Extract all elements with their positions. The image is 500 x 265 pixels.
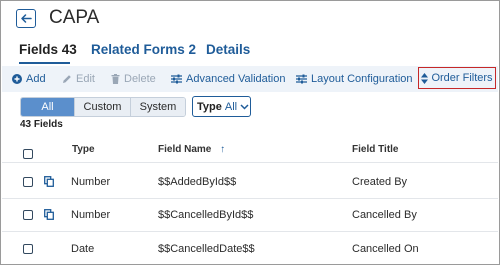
type-dropdown[interactable]: Type All	[192, 96, 251, 117]
copy-icon[interactable]	[44, 176, 54, 187]
tab-fields-count: 43	[61, 42, 77, 57]
row-field-title: Cancelled On	[352, 243, 419, 255]
tab-details[interactable]: Details	[206, 42, 250, 57]
source-filter-segmented: All Custom System	[20, 97, 186, 117]
edit-label: Edit	[76, 73, 95, 85]
filter-all[interactable]: All	[21, 98, 74, 116]
row-divider	[2, 198, 498, 199]
filter-system[interactable]: System	[130, 98, 185, 116]
column-header-field-name[interactable]: Field Name ↑	[158, 144, 225, 155]
row-divider	[2, 231, 498, 232]
sliders-icon	[171, 74, 182, 84]
sort-icon	[421, 72, 429, 84]
order-filters-label: Order Filters	[431, 72, 493, 84]
add-button[interactable]: Add	[12, 66, 46, 92]
column-header-field-title[interactable]: Field Title	[352, 144, 399, 155]
edit-button[interactable]: Edit	[62, 66, 95, 92]
page-title: CAPA	[49, 7, 100, 28]
advanced-validation-button[interactable]: Advanced Validation	[171, 66, 285, 92]
row-field-name: $$CancelledById$$	[158, 209, 254, 221]
trash-icon	[111, 74, 120, 84]
sort-ascending-icon: ↑	[220, 144, 226, 155]
column-header-type[interactable]: Type	[72, 144, 95, 155]
row-checkbox[interactable]	[23, 210, 33, 220]
row-checkbox[interactable]	[23, 177, 33, 187]
header-divider	[2, 162, 498, 163]
advanced-validation-label: Advanced Validation	[186, 73, 286, 85]
window-frame	[0, 0, 500, 265]
delete-label: Delete	[124, 73, 156, 85]
row-field-name: $$CancelledDate$$	[158, 243, 255, 255]
tab-related-forms-count: 2	[188, 42, 197, 57]
copy-icon[interactable]	[44, 209, 54, 220]
tab-related-forms[interactable]: Related Forms 2	[91, 42, 196, 57]
type-dropdown-value: All	[224, 100, 238, 113]
row-field-title: Cancelled By	[352, 209, 417, 221]
filter-custom[interactable]: Custom	[74, 98, 130, 116]
field-count: 43 Fields	[20, 119, 63, 130]
plus-circle-icon	[12, 74, 22, 84]
sliders-icon	[296, 74, 307, 84]
delete-button[interactable]: Delete	[111, 66, 156, 92]
row-type: Number	[71, 209, 111, 221]
pencil-icon	[63, 75, 71, 83]
chevron-down-icon	[240, 103, 249, 110]
tab-related-forms-label: Related Forms	[91, 42, 185, 57]
column-header-field-name-label: Field Name	[158, 144, 212, 155]
back-button[interactable]	[16, 9, 36, 28]
row-field-title: Created By	[352, 176, 408, 188]
row-field-name: $$AddedById$$	[158, 176, 237, 188]
row-type: Number	[71, 176, 111, 188]
layout-configuration-label: Layout Configuration	[311, 73, 413, 85]
row-checkbox[interactable]	[23, 244, 33, 254]
arrow-left-icon	[20, 14, 32, 23]
select-all-checkbox[interactable]	[23, 149, 33, 159]
add-label: Add	[26, 73, 46, 85]
active-tab-indicator	[19, 62, 70, 64]
layout-configuration-button[interactable]: Layout Configuration	[296, 66, 413, 92]
tab-details-label: Details	[206, 42, 251, 57]
order-filters-button[interactable]: Order Filters	[418, 67, 496, 89]
tab-fields-label: Fields	[19, 42, 59, 57]
row-type: Date	[71, 243, 95, 255]
tab-fields[interactable]: Fields 43	[19, 42, 77, 57]
type-dropdown-label: Type	[197, 100, 222, 113]
